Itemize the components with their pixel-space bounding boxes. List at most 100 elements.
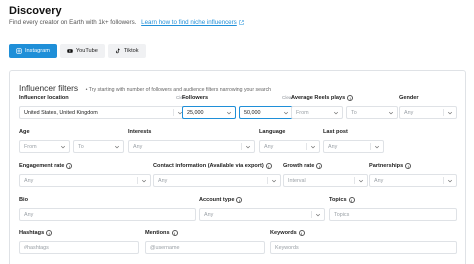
filters-hint: • Try starting with number of followers … bbox=[85, 87, 272, 93]
avg-reels-to-select[interactable]: To bbox=[346, 106, 398, 119]
chevron-down-icon bbox=[333, 111, 339, 115]
topics-input[interactable]: Topics bbox=[329, 208, 457, 221]
chevron-down-icon bbox=[114, 145, 120, 149]
info-icon[interactable]: i bbox=[405, 163, 412, 169]
last-post-value: Any bbox=[328, 143, 338, 150]
info-icon[interactable]: i bbox=[348, 197, 355, 203]
tab-instagram-label: Instagram bbox=[25, 48, 50, 54]
partnerships-select[interactable]: Any bbox=[369, 174, 457, 187]
growth-rate-label: Growth rate i bbox=[283, 163, 323, 169]
language-value: Any bbox=[264, 143, 274, 150]
age-from-value: From bbox=[24, 143, 37, 150]
info-icon[interactable]: i bbox=[347, 95, 354, 101]
chevron-down-icon bbox=[447, 179, 453, 183]
engagement-rate-value: Any bbox=[24, 177, 34, 184]
tab-tiktok[interactable]: Tiktok bbox=[107, 44, 146, 58]
bio-filter: Bio Any bbox=[19, 197, 196, 223]
divider bbox=[443, 109, 444, 116]
chevron-down-icon bbox=[283, 111, 289, 115]
tiktok-icon bbox=[115, 48, 120, 54]
engagement-rate-label: Engagement rate i bbox=[19, 163, 73, 169]
followers-label: Followers bbox=[182, 95, 209, 101]
chevron-down-icon bbox=[315, 213, 321, 217]
info-icon[interactable]: i bbox=[46, 230, 53, 236]
info-icon[interactable]: i bbox=[236, 197, 243, 203]
followers-to-select[interactable]: 50,000 bbox=[239, 106, 293, 119]
age-label: Age bbox=[19, 129, 30, 135]
divider bbox=[241, 143, 242, 150]
topics-label: Topics i bbox=[329, 197, 355, 203]
gender-select[interactable]: Any bbox=[399, 106, 457, 119]
info-icon[interactable]: i bbox=[66, 163, 73, 169]
bio-input[interactable]: Any bbox=[19, 208, 196, 221]
contact-info-value: Any bbox=[158, 177, 168, 184]
keywords-label: Keywords i bbox=[270, 230, 305, 236]
engagement-rate-filter: Engagement rate i Any bbox=[19, 163, 151, 189]
tab-youtube-label: YouTube bbox=[75, 48, 98, 54]
hashtags-filter: Hashtags i #hashtags bbox=[19, 230, 139, 256]
info-icon[interactable]: i bbox=[265, 163, 272, 169]
location-select[interactable]: United States, United Kingdom bbox=[19, 106, 187, 119]
bio-placeholder: Any bbox=[24, 211, 34, 218]
gender-value: Any bbox=[404, 109, 414, 116]
tab-youtube[interactable]: YouTube bbox=[59, 44, 105, 58]
mentions-input[interactable]: @username bbox=[145, 241, 265, 254]
engagement-rate-text: Engagement rate bbox=[19, 163, 65, 169]
keywords-input[interactable]: Keywords bbox=[270, 241, 457, 254]
age-to-value: To bbox=[78, 143, 84, 150]
avg-reels-from-value: From bbox=[296, 109, 309, 116]
divider bbox=[137, 177, 138, 184]
account-type-filter: Account type i Any bbox=[199, 197, 325, 223]
subtitle-text: Find every creator on Earth with 1k+ fol… bbox=[9, 19, 137, 26]
language-select[interactable]: Any bbox=[259, 140, 320, 153]
language-label: Language bbox=[259, 129, 286, 135]
growth-rate-value: Interval bbox=[288, 177, 306, 184]
account-type-value: Any bbox=[204, 211, 214, 218]
growth-rate-text: Growth rate bbox=[283, 163, 315, 169]
account-type-label: Account type i bbox=[199, 197, 243, 203]
age-from-select[interactable]: From bbox=[19, 140, 70, 153]
tab-tiktok-label: Tiktok bbox=[123, 48, 139, 54]
gender-filter: Gender Any bbox=[399, 95, 457, 121]
location-filter: Influencer location Clear United States,… bbox=[19, 95, 187, 121]
chevron-down-icon bbox=[141, 179, 147, 183]
last-post-select[interactable]: Any bbox=[323, 140, 384, 153]
info-icon[interactable]: i bbox=[298, 230, 305, 236]
chevron-down-icon bbox=[310, 145, 316, 149]
hashtags-input[interactable]: #hashtags bbox=[19, 241, 139, 254]
hashtags-label: Hashtags i bbox=[19, 230, 53, 236]
topics-placeholder: Topics bbox=[334, 211, 350, 218]
account-type-select[interactable]: Any bbox=[199, 208, 325, 221]
chevron-down-icon bbox=[358, 179, 364, 183]
followers-filter: Followers Clear 25,000 50,000 bbox=[182, 95, 293, 121]
contact-info-select[interactable]: Any bbox=[153, 174, 281, 187]
chevron-down-icon bbox=[245, 145, 251, 149]
divider bbox=[354, 177, 355, 184]
contact-info-text: Contact information (Available via expor… bbox=[153, 163, 264, 169]
partnerships-filter: Partnerships i Any bbox=[369, 163, 457, 189]
last-post-label: Last post bbox=[323, 129, 348, 135]
interests-select[interactable]: Any bbox=[128, 140, 255, 153]
influencer-filters-panel: Influencer filters • Try starting with n… bbox=[9, 70, 466, 264]
info-icon[interactable]: i bbox=[316, 163, 323, 169]
info-icon[interactable]: i bbox=[171, 230, 178, 236]
growth-rate-filter: Growth rate i Interval bbox=[283, 163, 368, 189]
avg-reels-from-select[interactable]: From bbox=[291, 106, 343, 119]
topics-filter: Topics i Topics bbox=[329, 197, 457, 223]
tab-instagram[interactable]: Instagram bbox=[9, 44, 57, 58]
chevron-down-icon bbox=[388, 111, 394, 115]
growth-rate-select[interactable]: Interval bbox=[283, 174, 368, 187]
mentions-placeholder: @username bbox=[150, 244, 180, 251]
divider bbox=[311, 211, 312, 218]
age-to-select[interactable]: To bbox=[73, 140, 124, 153]
keywords-placeholder: Keywords bbox=[275, 244, 299, 251]
page-subtitle: Find every creator on Earth with 1k+ fol… bbox=[9, 19, 244, 26]
hashtags-placeholder: #hashtags bbox=[24, 244, 49, 251]
interests-filter: Interests Any bbox=[128, 129, 255, 155]
niche-influencers-link[interactable]: Learn how to find niche influencers bbox=[141, 19, 244, 26]
avg-reels-plays-filter: Average Reels plays i From To bbox=[291, 95, 398, 121]
contact-info-label: Contact information (Available via expor… bbox=[153, 163, 272, 169]
chevron-down-icon bbox=[271, 179, 277, 183]
followers-from-select[interactable]: 25,000 bbox=[182, 106, 236, 119]
engagement-rate-select[interactable]: Any bbox=[19, 174, 151, 187]
